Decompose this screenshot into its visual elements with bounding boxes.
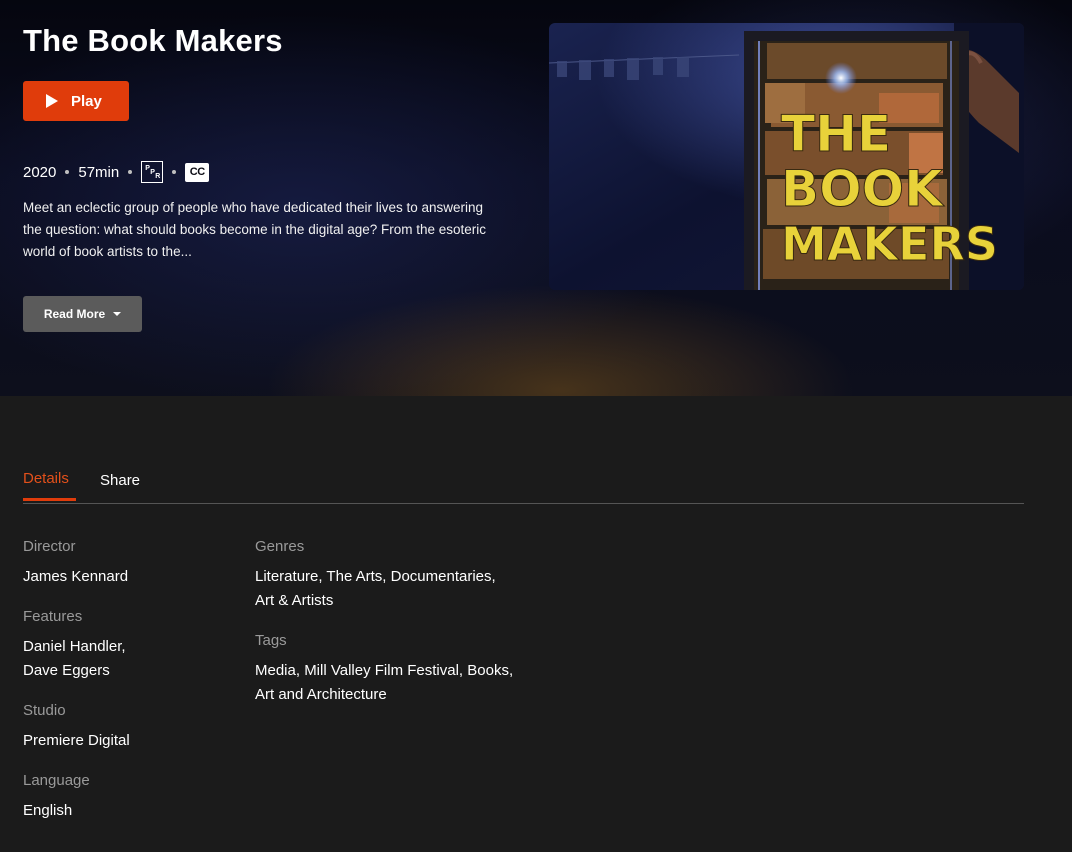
rating-badge-icon: P P R	[141, 161, 164, 183]
features-line: Dave Eggers	[23, 662, 110, 679]
language-group: Language English	[23, 771, 233, 823]
separator-dot	[172, 170, 177, 174]
genres-value: Literature, The Arts, Documentaries, Art…	[255, 565, 565, 613]
read-more-button[interactable]: Read More	[23, 296, 142, 332]
tags-line: Art and Architecture	[255, 686, 387, 703]
tab-share[interactable]: Share	[100, 472, 140, 503]
tab-bar: Details Share	[23, 470, 1024, 504]
tags-line: Media, Mill Valley Film Festival, Books,	[255, 662, 514, 679]
hero-section: The Book Makers Play 2020 57min P P R CC…	[0, 0, 1072, 396]
studio-label: Studio	[23, 702, 66, 719]
closed-captions-icon: CC	[185, 162, 210, 182]
tags-value: Media, Mill Valley Film Festival, Books,…	[255, 659, 565, 707]
director-label: Director	[23, 538, 76, 555]
caret-down-icon	[113, 312, 122, 316]
read-more-label: Read More	[43, 307, 106, 321]
tab-details[interactable]: Details	[23, 470, 76, 501]
separator-dot	[65, 170, 70, 174]
poster-title-line: BOOK	[781, 160, 945, 218]
poster-title-line: MAKERS	[781, 217, 998, 271]
page-title: The Book Makers	[23, 23, 283, 58]
play-button[interactable]: Play	[23, 81, 129, 121]
details-left-column: Director James Kennard Features Daniel H…	[23, 537, 233, 841]
genres-line: Art & Artists	[255, 592, 334, 609]
play-icon	[46, 94, 58, 108]
description: Meet an eclectic group of people who hav…	[23, 200, 487, 259]
duration: 57min	[78, 163, 120, 181]
director-group: Director James Kennard	[23, 537, 233, 589]
metadata-row: 2020 57min P P R CC	[23, 161, 210, 183]
features-label: Features	[23, 608, 83, 625]
genres-group: Genres Literature, The Arts, Documentari…	[255, 537, 565, 613]
director-value: James Kennard	[23, 568, 129, 585]
release-year: 2020	[23, 163, 57, 181]
features-value: Daniel Handler, Dave Eggers	[23, 635, 233, 683]
poster-title-line: THE	[781, 105, 891, 163]
poster-image: THE BOOK MAKERS	[549, 23, 1024, 290]
language-label: Language	[23, 772, 90, 789]
features-group: Features Daniel Handler, Dave Eggers	[23, 607, 233, 683]
tags-label: Tags	[255, 632, 287, 649]
details-right-column: Genres Literature, The Arts, Documentari…	[255, 537, 565, 725]
genres-line: Literature, The Arts, Documentaries,	[255, 568, 496, 585]
language-value: English	[23, 802, 73, 819]
features-line: Daniel Handler,	[23, 638, 126, 655]
separator-dot	[128, 170, 133, 174]
studio-value: Premiere Digital	[23, 732, 130, 749]
studio-group: Studio Premiere Digital	[23, 701, 233, 753]
tags-group: Tags Media, Mill Valley Film Festival, B…	[255, 631, 565, 707]
genres-label: Genres	[255, 538, 305, 555]
play-button-label: Play	[71, 92, 102, 110]
